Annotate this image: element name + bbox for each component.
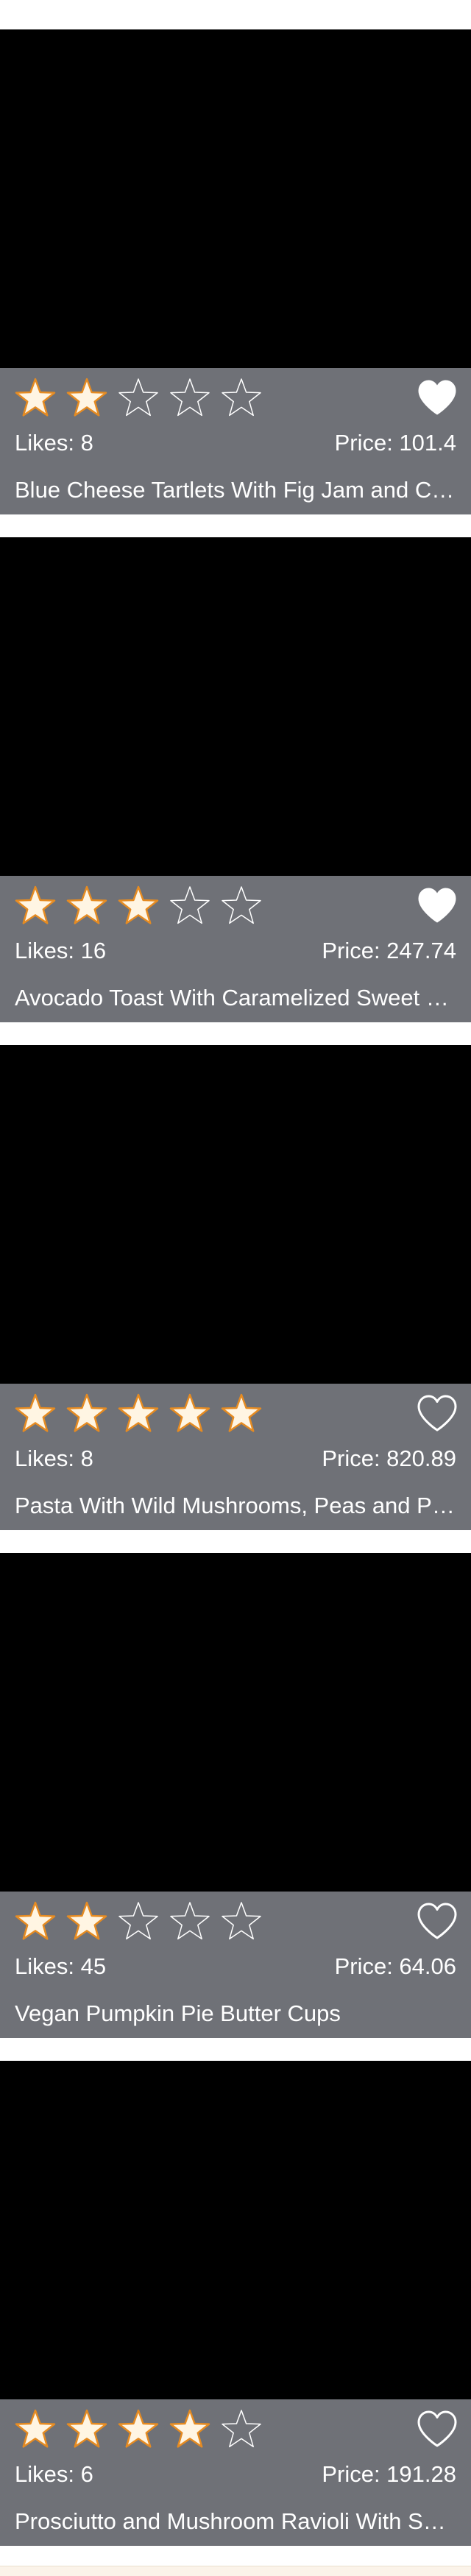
likes-count: Likes: 45 bbox=[15, 1953, 107, 1979]
star-filled-icon[interactable] bbox=[168, 2407, 212, 2452]
star-rating[interactable] bbox=[13, 1900, 271, 1944]
heart-filled-icon[interactable] bbox=[417, 886, 458, 924]
price-label: Price: 64.06 bbox=[334, 1953, 456, 1979]
star-filled-icon[interactable] bbox=[116, 884, 160, 928]
star-empty-icon[interactable] bbox=[168, 1900, 212, 1944]
price-label: Price: 191.28 bbox=[322, 2461, 456, 2487]
recipe-image[interactable] bbox=[0, 2061, 471, 2399]
star-filled-icon[interactable] bbox=[65, 884, 109, 928]
recipe-card[interactable]: Likes: 16 Price: 247.74 Avocado Toast With… bbox=[0, 537, 471, 1022]
star-rating[interactable] bbox=[13, 884, 271, 928]
likes-count: Likes: 8 bbox=[15, 1446, 93, 1471]
card-info-panel: Likes: 45 Price: 64.06 Vegan Pumpkin Pie B… bbox=[0, 1892, 471, 2038]
heart-outline-icon[interactable] bbox=[417, 1902, 458, 1940]
recipe-image[interactable] bbox=[0, 537, 471, 876]
star-empty-icon[interactable] bbox=[116, 1900, 160, 1944]
recipe-card[interactable]: Likes: 8 Price: 820.89 Pasta With Wild Mus… bbox=[0, 1045, 471, 1530]
star-filled-icon[interactable] bbox=[65, 1392, 109, 1436]
star-empty-icon[interactable] bbox=[219, 884, 263, 928]
recipe-title[interactable]: Prosciutto and Mushroom Ravioli With Sag… bbox=[15, 2505, 456, 2538]
star-filled-icon[interactable] bbox=[13, 2407, 57, 2452]
heart-filled-icon[interactable] bbox=[417, 378, 458, 417]
price-label: Price: 820.89 bbox=[322, 1446, 456, 1471]
star-rating[interactable] bbox=[13, 1392, 271, 1436]
star-filled-icon[interactable] bbox=[13, 376, 57, 420]
card-info-panel: Likes: 16 Price: 247.74 Avocado Toast With… bbox=[0, 876, 471, 1022]
recipe-image[interactable] bbox=[0, 29, 471, 368]
star-filled-icon[interactable] bbox=[13, 1392, 57, 1436]
recipe-title[interactable]: Vegan Pumpkin Pie Butter Cups bbox=[15, 1998, 456, 2030]
recipe-title[interactable]: Pasta With Wild Mushrooms, Peas and Parm… bbox=[15, 1490, 456, 1522]
likes-count: Likes: 8 bbox=[15, 430, 93, 456]
star-empty-icon[interactable] bbox=[219, 376, 263, 420]
heart-outline-icon[interactable] bbox=[417, 2410, 458, 2448]
star-empty-icon[interactable] bbox=[219, 1900, 263, 1944]
price-label: Price: 247.74 bbox=[322, 938, 456, 963]
star-rating[interactable] bbox=[13, 376, 271, 420]
heart-outline-icon[interactable] bbox=[417, 1394, 458, 1432]
recipe-feed[interactable]: Likes: 8 Price: 101.4 Blue Cheese Tartlets… bbox=[0, 0, 471, 2576]
card-info-panel: Likes: 8 Price: 820.89 Pasta With Wild Mus… bbox=[0, 1384, 471, 1530]
card-info-panel: Likes: 8 Price: 101.4 Blue Cheese Tartlets… bbox=[0, 368, 471, 514]
next-card-edge bbox=[0, 2566, 471, 2576]
recipe-image[interactable] bbox=[0, 1553, 471, 1892]
star-empty-icon[interactable] bbox=[219, 2407, 263, 2452]
recipe-card[interactable]: Likes: 6 Price: 191.28 Prosciutto and Mush… bbox=[0, 2061, 471, 2546]
star-filled-icon[interactable] bbox=[168, 1392, 212, 1436]
recipe-title[interactable]: Avocado Toast With Caramelized Sweet Pot… bbox=[15, 982, 456, 1014]
star-filled-icon[interactable] bbox=[13, 1900, 57, 1944]
star-filled-icon[interactable] bbox=[116, 1392, 160, 1436]
recipe-image[interactable] bbox=[0, 1045, 471, 1384]
recipe-card[interactable]: Likes: 8 Price: 101.4 Blue Cheese Tartlets… bbox=[0, 29, 471, 514]
star-filled-icon[interactable] bbox=[65, 2407, 109, 2452]
star-filled-icon[interactable] bbox=[65, 1900, 109, 1944]
star-filled-icon[interactable] bbox=[65, 376, 109, 420]
star-empty-icon[interactable] bbox=[168, 376, 212, 420]
star-filled-icon[interactable] bbox=[13, 884, 57, 928]
recipe-title[interactable]: Blue Cheese Tartlets With Fig Jam and Ca… bbox=[15, 474, 456, 506]
price-label: Price: 101.4 bbox=[334, 430, 456, 456]
star-rating[interactable] bbox=[13, 2407, 271, 2452]
star-empty-icon[interactable] bbox=[168, 884, 212, 928]
star-filled-icon[interactable] bbox=[116, 2407, 160, 2452]
likes-count: Likes: 16 bbox=[15, 938, 107, 963]
star-filled-icon[interactable] bbox=[219, 1392, 263, 1436]
recipe-card[interactable]: Likes: 45 Price: 64.06 Vegan Pumpkin Pie B… bbox=[0, 1553, 471, 2038]
likes-count: Likes: 6 bbox=[15, 2461, 93, 2487]
card-info-panel: Likes: 6 Price: 191.28 Prosciutto and Mush… bbox=[0, 2399, 471, 2546]
star-empty-icon[interactable] bbox=[116, 376, 160, 420]
